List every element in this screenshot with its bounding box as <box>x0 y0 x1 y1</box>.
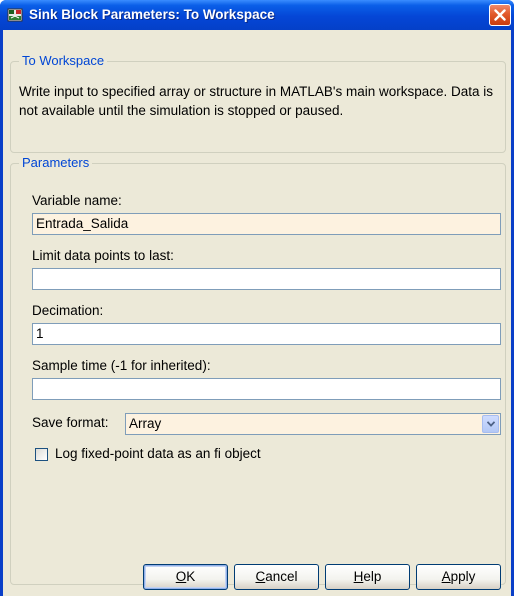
dialog-window: Sink Block Parameters: To Workspace To W… <box>0 0 514 596</box>
window-title: Sink Block Parameters: To Workspace <box>29 7 275 22</box>
decimation-label: Decimation: <box>32 303 104 318</box>
save-format-label: Save format: <box>32 415 109 430</box>
sample-time-label: Sample time (-1 for inherited): <box>32 358 211 373</box>
variable-name-input[interactable]: Entrada_Salida <box>32 213 501 235</box>
simulink-block-icon <box>7 7 23 23</box>
save-format-value: Array <box>129 416 162 431</box>
block-description-group: To Workspace Write input to specified ar… <box>10 53 506 153</box>
limit-data-points-input[interactable] <box>32 268 501 290</box>
apply-button[interactable]: Apply <box>416 564 501 590</box>
close-icon[interactable] <box>489 4 511 26</box>
log-fixed-point-label: Log fixed-point data as an fi object <box>55 446 261 461</box>
chevron-down-icon[interactable] <box>482 415 499 433</box>
parameters-legend: Parameters <box>19 155 93 171</box>
sample-time-input[interactable] <box>32 378 501 400</box>
save-format-select[interactable]: Array <box>125 413 501 435</box>
ok-button[interactable]: OK <box>143 564 228 590</box>
block-description: Write input to specified array or struct… <box>19 84 494 118</box>
cancel-button[interactable]: Cancel <box>234 564 319 590</box>
help-button[interactable]: Help <box>325 564 410 590</box>
decimation-input[interactable]: 1 <box>32 323 501 345</box>
variable-name-label: Variable name: <box>32 193 122 208</box>
log-fixed-point-checkbox[interactable] <box>35 448 48 461</box>
dialog-client-area: To Workspace Write input to specified ar… <box>3 30 511 596</box>
limit-data-points-label: Limit data points to last: <box>32 248 174 263</box>
title-bar[interactable]: Sink Block Parameters: To Workspace <box>0 0 514 30</box>
block-group-legend: To Workspace <box>19 53 108 69</box>
